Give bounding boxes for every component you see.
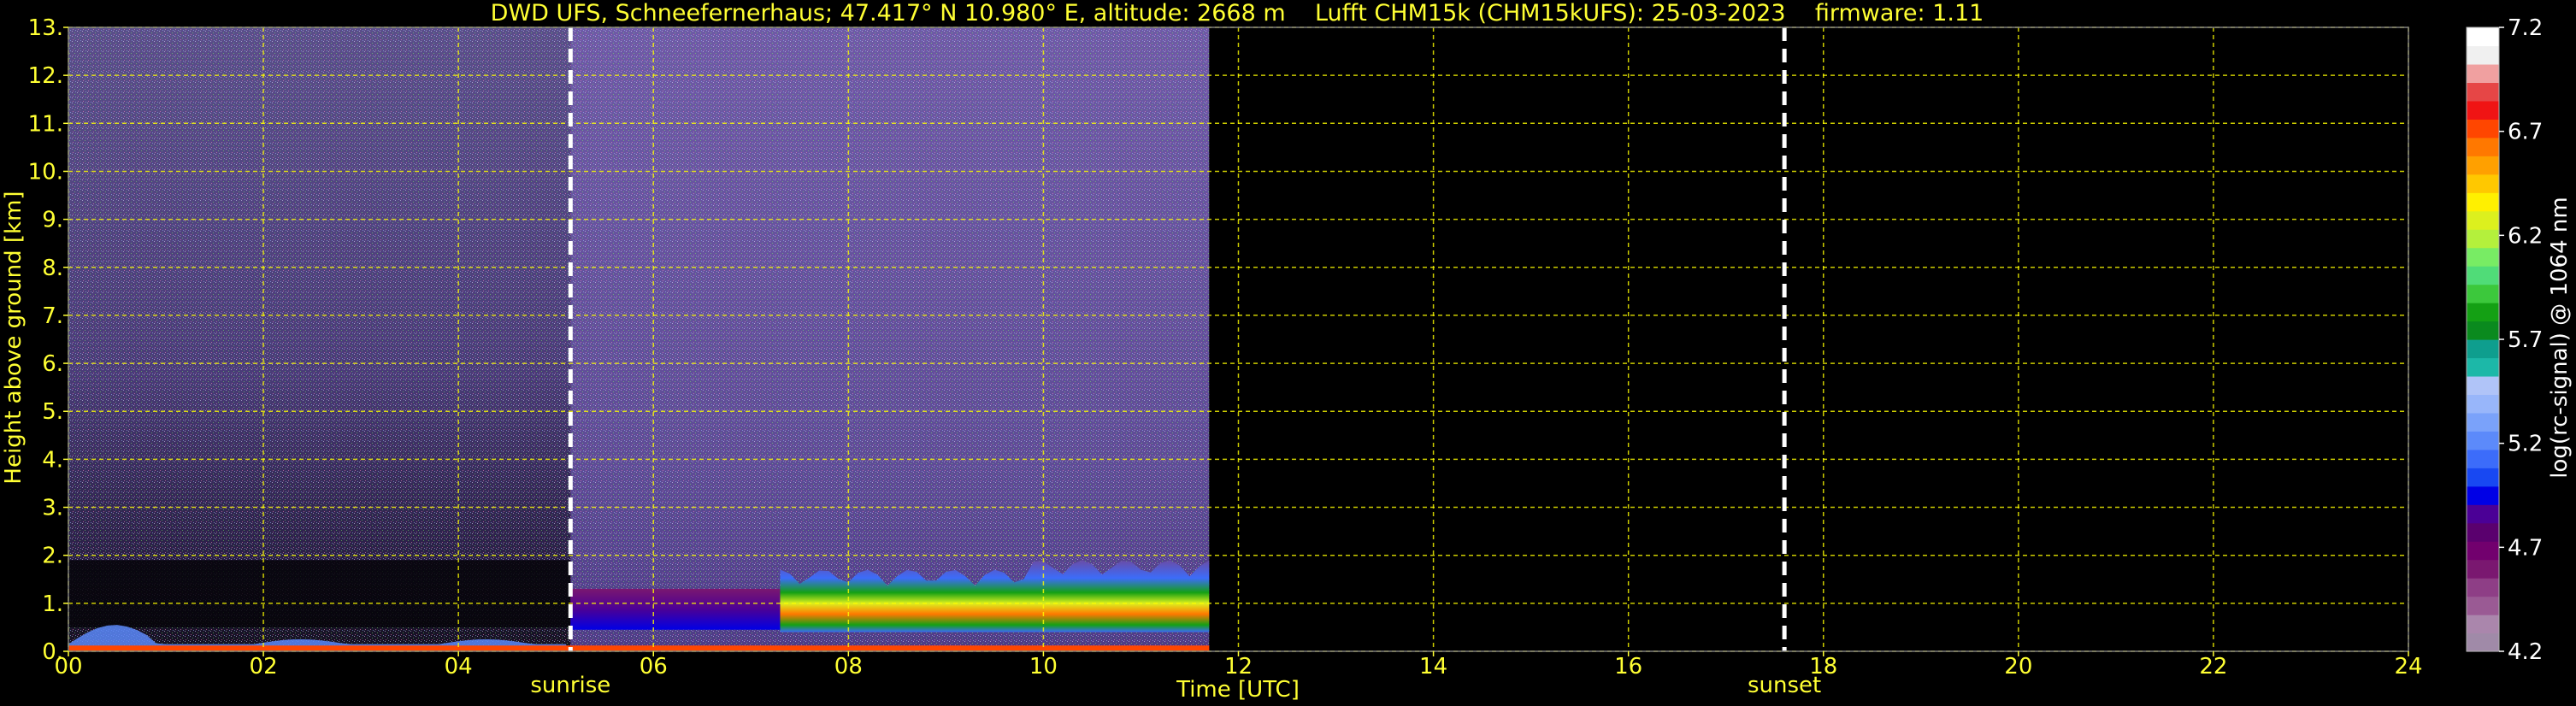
colorbar-segment [2467,468,2499,487]
colorbar-segment [2467,321,2499,340]
colorbar-segment [2467,82,2499,102]
colorbar-tick-label: 5.2 [2508,432,2543,457]
x-tick-label: 14 [1419,654,1447,680]
colorbar-segment [2467,156,2499,175]
colorbar-segment [2467,27,2499,47]
x-tick-label: 16 [1614,654,1642,680]
colorbar-tick-label: 4.7 [2508,535,2543,561]
colorbar-segment [2467,559,2499,579]
colorbar-segment [2467,394,2499,414]
x-tick-label: 08 [834,654,863,680]
y-tick-label: 7. [42,303,63,329]
colorbar-segment [2467,284,2499,303]
colorbar-segment [2467,449,2499,468]
colorbar-label: log(rc-signal) @ 1064 nm [2547,197,2573,478]
colorbar-segment [2467,266,2499,285]
chart-title: DWD UFS, Schneefernerhaus; 47.417° N 10.… [491,0,1984,26]
colorbar-segment [2467,100,2499,120]
colorbar-segment [2467,247,2499,267]
y-tick-label: 3. [42,496,63,521]
colorbar-tick-label: 5.7 [2508,327,2543,353]
x-tick-label: 06 [640,654,668,680]
colorbar-segment [2467,229,2499,249]
colorbar-segment [2467,174,2499,193]
x-tick-label: 04 [445,654,473,680]
ceilometer-chart: sunrise sunset 00 02 04 06 08 10 12 14 16 18 20 22 24… [1,0,2573,703]
night-clear-band [68,560,571,627]
colorbar-segment [2467,431,2499,450]
colorbar-segment [2467,375,2499,396]
colorbar-tick-label: 4.2 [2508,639,2543,665]
colorbar-segment [2467,192,2499,212]
weak-aerosol-layer [570,589,800,630]
y-tick-label: 11. [28,111,63,137]
colorbar-segment [2467,596,2499,615]
y-tick-label: 9. [42,208,63,233]
colorbar-tick-label: 6.2 [2508,223,2543,249]
x-tick-label: 12 [1224,654,1253,680]
y-tick-label: 4. [42,447,63,473]
x-tick-label: 20 [2004,654,2032,680]
y-tick-label: 13. [28,15,63,41]
x-axis-label: Time [UTC] [1176,677,1300,703]
colorbar-segment [2467,522,2499,542]
colorbar-segment [2467,412,2499,432]
colorbar-segment [2467,357,2499,377]
near-ground-signal [68,645,1210,651]
colorbar-segment [2467,615,2499,634]
colorbar-segment [2467,541,2499,561]
colorbar-segment [2467,63,2499,84]
colorbar-segment [2467,45,2499,65]
y-tick-label: 0. [42,639,63,665]
colorbar-segment [2467,137,2499,156]
colorbar-segment [2467,485,2499,505]
colorbar: 4.2 4.7 5.2 5.7 6.2 6.7 7.2 [2466,15,2543,665]
y-tick-label: 1. [42,591,63,617]
event-label-sunrise: sunrise [530,673,610,698]
y-axis-label: Height above ground [km] [1,191,27,484]
colorbar-segment [2467,339,2499,359]
y-tick-label: 2. [42,544,63,569]
x-tick-label: 18 [1809,654,1837,680]
backscatter-layer [68,27,1210,651]
x-tick-label: 02 [250,654,278,680]
colorbar-segment [2467,578,2499,597]
x-tick-label: 22 [2199,654,2227,680]
y-tick-label: 5. [42,399,63,425]
colorbar-segment [2467,119,2499,138]
x-tick-label: 24 [2394,654,2422,680]
x-tick-label: 10 [1029,654,1058,680]
colorbar-segment [2467,303,2499,322]
y-tick-label: 6. [42,351,63,377]
y-tick-label: 8. [42,256,63,281]
colorbar-tick-label: 7.2 [2508,15,2543,41]
y-tick-label: 12. [28,63,63,89]
colorbar-tick-label: 6.7 [2508,120,2543,145]
y-tick-label: 10. [28,159,63,185]
colorbar-segment [2467,632,2499,652]
colorbar-segment [2467,504,2499,524]
colorbar-segment [2467,210,2499,230]
noise-speckle [68,27,1210,651]
